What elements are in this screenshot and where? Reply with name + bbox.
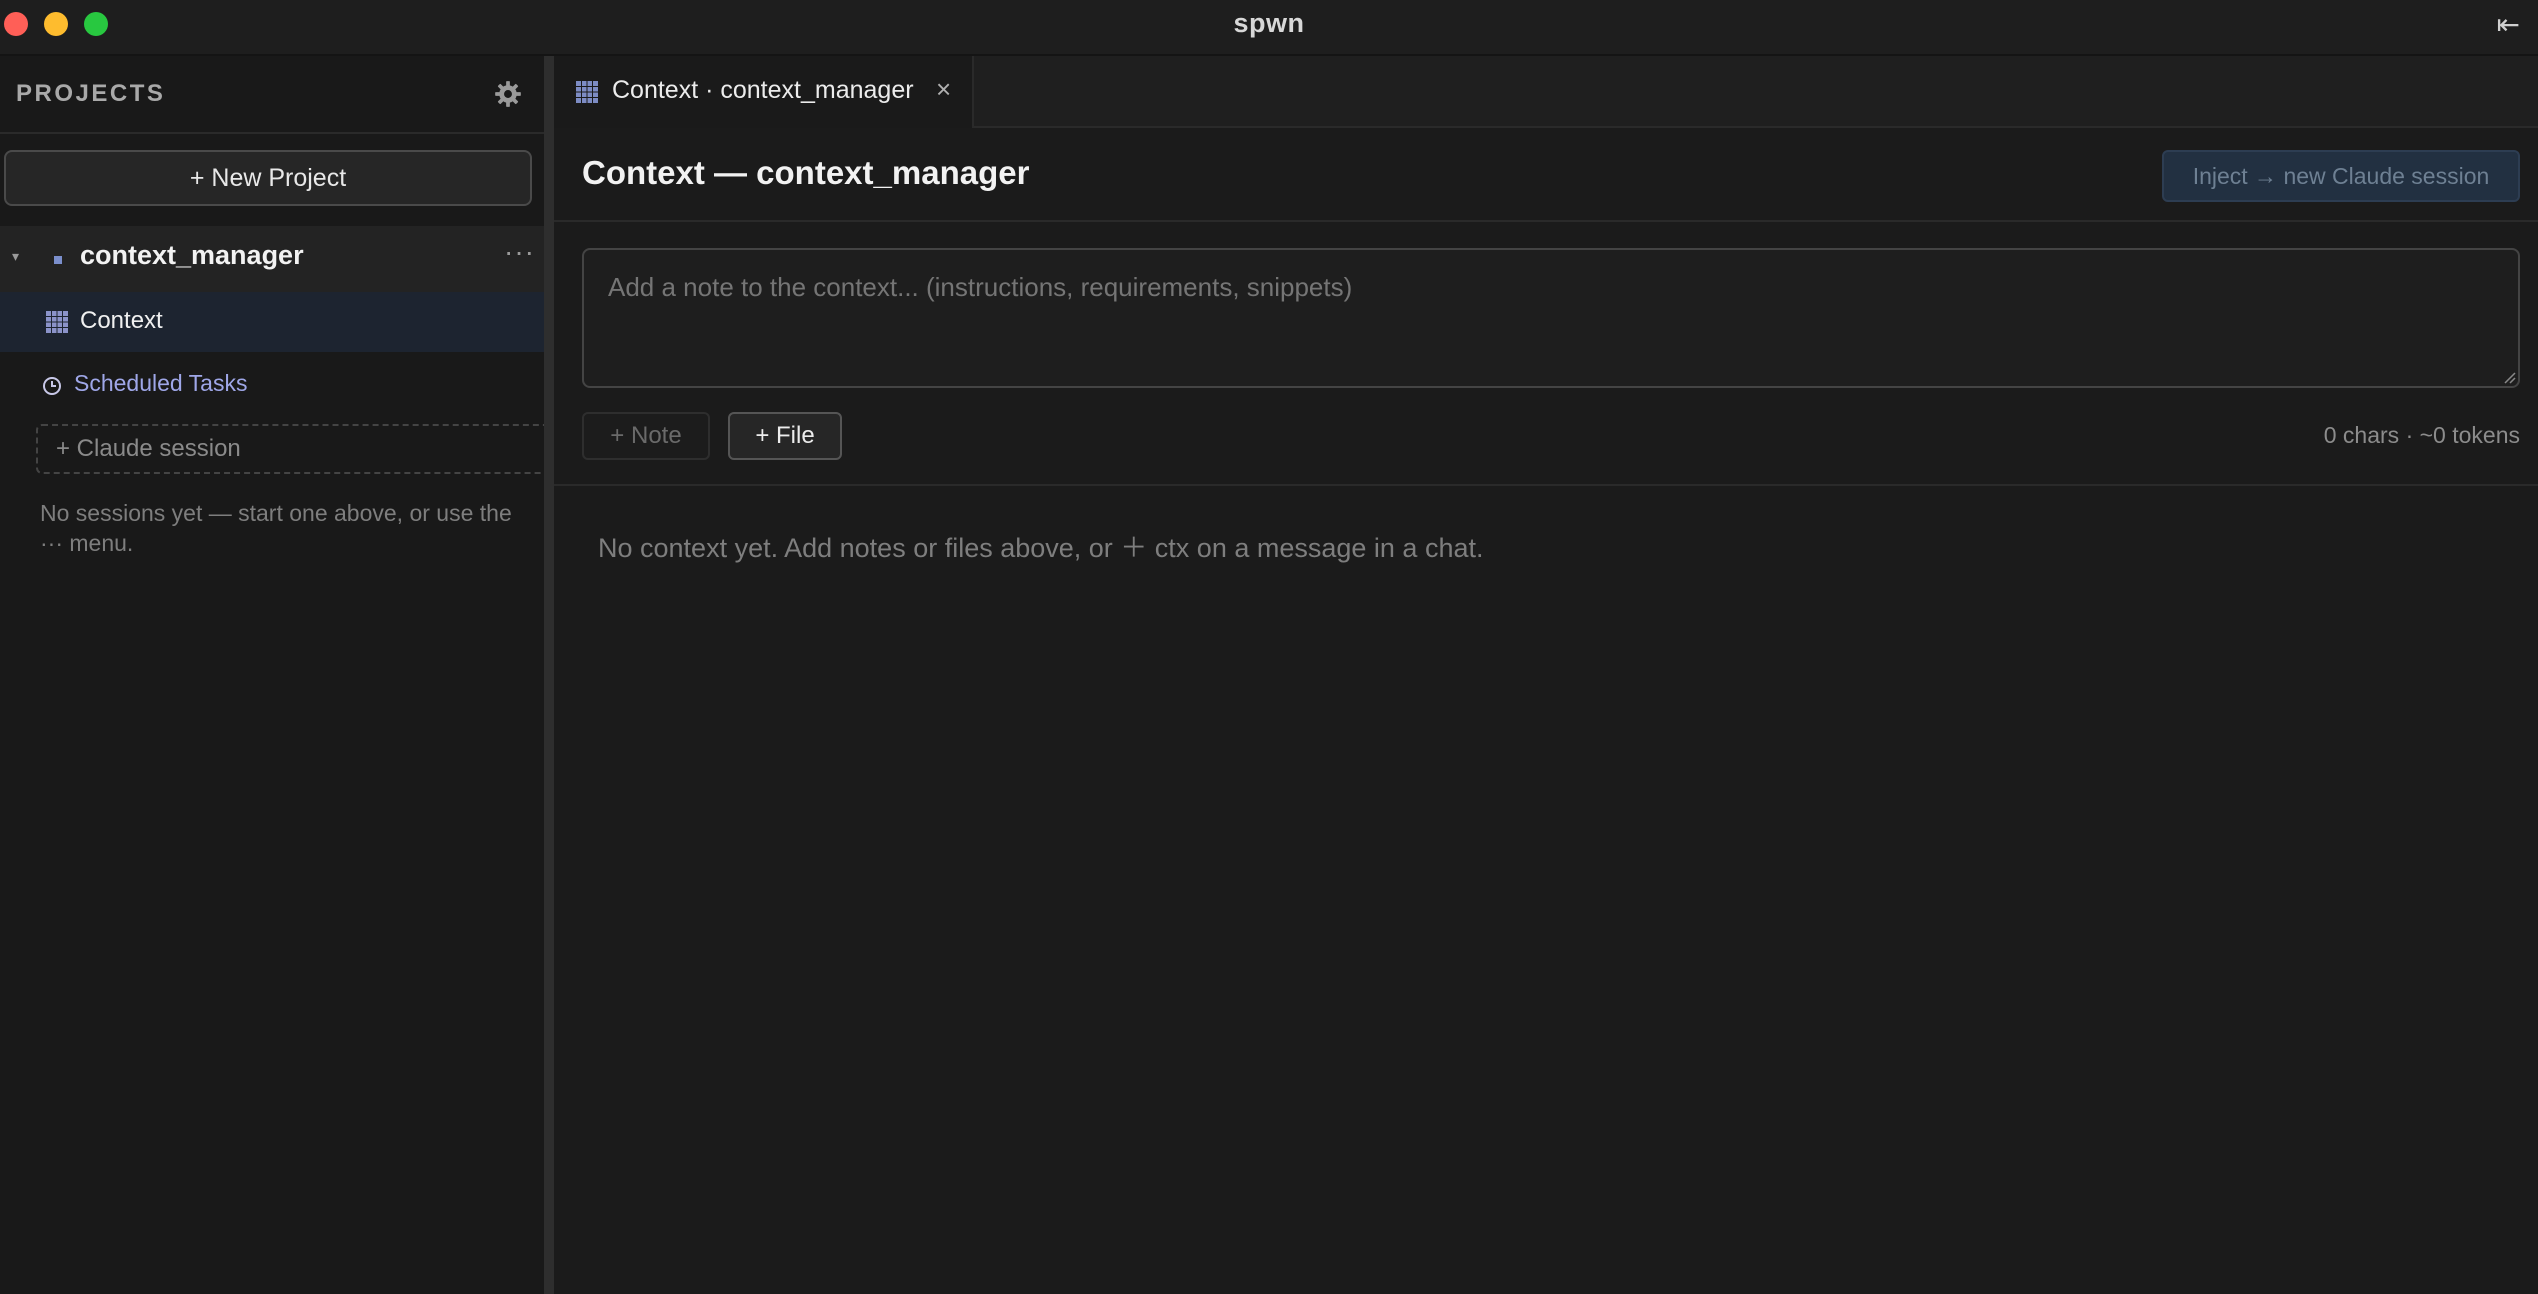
project-row[interactable]: ▾ context_manager ··· bbox=[0, 226, 544, 292]
add-note-button[interactable]: + Note bbox=[582, 412, 710, 460]
tab-label: Context · context_manager bbox=[612, 76, 914, 104]
sidebar-resize-handle[interactable] bbox=[544, 56, 554, 1294]
project-name: context_manager bbox=[80, 240, 304, 270]
divider bbox=[554, 484, 2538, 486]
sidebar-title: PROJECTS bbox=[16, 80, 166, 107]
page-title: Context — context_manager bbox=[582, 154, 1030, 191]
sidebar: PROJECTS + New Project ▾ context_manager… bbox=[0, 56, 556, 1294]
clock-icon bbox=[43, 377, 61, 395]
sidebar-header: PROJECTS bbox=[0, 56, 544, 134]
sidebar-item-context[interactable]: Context bbox=[0, 292, 544, 352]
note-input[interactable] bbox=[582, 248, 2520, 388]
empty-context-message: No context yet. Add notes or files above… bbox=[598, 533, 1484, 563]
title-bar: spwn ⇤ bbox=[0, 0, 2538, 56]
gear-icon[interactable] bbox=[494, 80, 522, 108]
more-options-icon[interactable]: ··· bbox=[504, 236, 535, 268]
grid-icon bbox=[576, 81, 598, 103]
sidebar-item-scheduled-tasks[interactable]: Scheduled Tasks bbox=[0, 356, 544, 412]
context-header: Context — context_manager Inject → new C… bbox=[554, 128, 2538, 222]
project-dot-icon bbox=[54, 256, 62, 264]
app-title: spwn bbox=[1233, 8, 1305, 38]
tab-context[interactable]: Context · context_manager × bbox=[554, 56, 974, 128]
grid-icon bbox=[46, 311, 68, 333]
expand-caret-icon[interactable]: ▾ bbox=[12, 248, 19, 265]
collapse-sidebar-icon[interactable]: ⇤ bbox=[2497, 10, 2520, 40]
add-file-button[interactable]: + File bbox=[728, 412, 842, 460]
main-panel: Context · context_manager × Context — co… bbox=[554, 56, 2538, 1294]
char-count: 0 chars · ~0 tokens bbox=[2323, 422, 2520, 448]
sidebar-item-label: Context bbox=[80, 307, 163, 334]
sidebar-item-label: Scheduled Tasks bbox=[74, 370, 248, 396]
no-sessions-text: No sessions yet — start one above, or us… bbox=[40, 500, 512, 556]
close-tab-icon[interactable]: × bbox=[936, 74, 951, 105]
inject-session-button[interactable]: Inject → new Claude session bbox=[2162, 150, 2520, 202]
tab-bar: Context · context_manager × bbox=[554, 56, 2538, 128]
new-project-button[interactable]: + New Project bbox=[4, 150, 532, 206]
resize-grip-icon[interactable] bbox=[2500, 368, 2516, 384]
new-claude-session-button[interactable]: + Claude session bbox=[36, 424, 556, 474]
